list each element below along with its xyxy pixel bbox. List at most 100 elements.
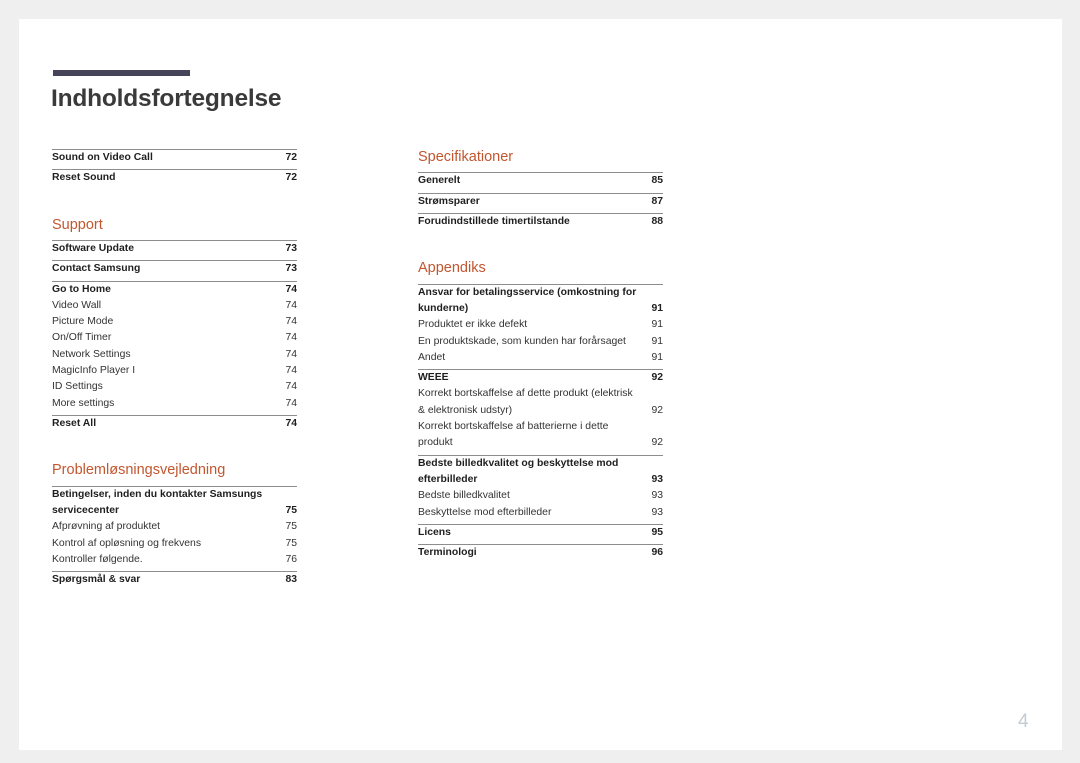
toc-entry-label: Network Settings [52,348,131,360]
toc-entry[interactable]: Bedste billedkvalitet og beskyttelse mod… [418,456,663,489]
toc-entry-page-number: 91 [651,319,663,331]
toc-entry-label: Licens [418,526,451,538]
toc-entry-label: Generelt [418,175,461,187]
toc-entry-page-number: 93 [651,506,663,518]
toc-entry[interactable]: Reset Sound 72 [52,170,297,186]
toc-entry-group: Ansvar for betalingsservice (omkostning … [418,283,663,366]
toc-entry-group: Software Update 73 [52,239,297,257]
toc-entry[interactable]: On/Off Timer 74 [52,330,297,346]
toc-entry-group: Generelt 85 [418,172,663,189]
toc-entry[interactable]: Kontroller følgende. 76 [52,552,297,568]
toc-entry-label: Kontrol af opløsning og frekvens [52,537,202,549]
toc-entry-group: Bedste billedkvalitet og beskyttelse mod… [418,454,663,521]
toc-entry-label: ID Settings [52,381,103,393]
toc-entry-label: Software Update [52,242,134,254]
toc-entry[interactable]: Terminologi 96 [418,545,663,561]
toc-entry[interactable]: Sound on Video Call 72 [52,150,297,166]
toc-entry[interactable]: Beskyttelse mod efterbilleder 93 [418,505,663,521]
toc-entry-label: Strømsparer [418,195,480,207]
toc-entry[interactable]: En produktskade, som kunden har forårsag… [418,334,663,350]
toc-section-continued: Sound on Video Call 72 Reset Sound 72 [52,149,297,187]
toc-entry-page-number: 93 [651,473,663,485]
toc-columns: Sound on Video Call 72 Reset Sound 72 Suppor… [19,19,1062,750]
toc-entry-page-number: 91 [651,351,663,363]
toc-entry-label: Andet [418,351,446,363]
toc-entry[interactable]: Produktet er ikke defekt 91 [418,317,663,333]
toc-entry-label: MagicInfo Player I [52,365,136,377]
toc-entry-label: Sound on Video Call [52,152,153,163]
toc-entry-label: Korrekt bortskaffelse af dette produkt (… [418,388,633,416]
toc-entry-page-number: 75 [285,521,297,533]
toc-section-support: Support Software Update 73 Contact Samsung 7… [52,217,297,433]
toc-entry-label: Video Wall [52,299,102,311]
toc-entry[interactable]: Afprøvning af produktet 75 [52,519,297,535]
toc-entry-group: Forudindstillede timertilstande 88 [418,212,663,230]
toc-entry-page-number: 74 [285,332,297,344]
toc-entry[interactable]: Network Settings 74 [52,347,297,363]
toc-entry-page-number: 74 [285,316,297,328]
toc-entry-page-number: 74 [285,299,297,311]
toc-entry-label: Korrekt bortskaffelse af batterierne i d… [418,421,609,449]
section-heading[interactable]: Problemløsningsvejledning [52,462,297,485]
toc-entry[interactable]: Andet 91 [418,350,663,366]
toc-entry[interactable]: Ansvar for betalingsservice (omkostning … [418,285,663,318]
toc-entry[interactable]: Generelt 85 [418,173,663,189]
toc-entry[interactable]: Kontrol af opløsning og frekvens 75 [52,536,297,552]
toc-entry[interactable]: Betingelser, inden du kontakter Samsungs… [52,487,297,520]
toc-entry[interactable]: Licens 95 [418,525,663,541]
toc-entry-label: On/Off Timer [52,332,112,344]
toc-entry[interactable]: Software Update 73 [52,241,297,257]
toc-entry-label: Reset Sound [52,172,116,184]
toc-entry-label: Spørgsmål & svar [52,574,141,586]
toc-entry[interactable]: Forudindstillede timertilstande 88 [418,214,663,230]
toc-entry[interactable]: Video Wall 74 [52,298,297,314]
toc-entry-label: Beskyttelse mod efterbilleder [418,506,552,518]
toc-entry-page-number: 74 [285,417,297,429]
section-heading[interactable]: Specifikationer [418,149,663,172]
section-heading[interactable]: Support [52,217,297,240]
toc-entry-label: Afprøvning af produktet [52,521,161,533]
toc-entry-page-number: 91 [651,302,663,314]
toc-entry-group: Spørgsmål & svar 83 [52,571,297,588]
toc-column-left: Sound on Video Call 72 Reset Sound 72 Suppor… [52,149,297,588]
document-page: Indholdsfortegnelse Sound on Video Call 7… [19,19,1062,750]
toc-entry-page-number: 74 [285,283,297,295]
toc-entry[interactable]: Korrekt bortskaffelse af batterierne i d… [418,419,663,452]
toc-entry[interactable]: WEEE 92 [418,370,663,386]
toc-entry-group: Betingelser, inden du kontakter Samsungs… [52,485,297,568]
toc-entry-page-number: 92 [651,404,663,416]
toc-entry[interactable]: Korrekt bortskaffelse af dette produkt (… [418,386,663,419]
toc-entry-page-number: 87 [651,195,663,207]
toc-entry-page-number: 83 [285,574,297,586]
toc-entry[interactable]: Bedste billedkvalitet 93 [418,488,663,504]
toc-entry-page-number: 88 [651,215,663,227]
toc-entry[interactable]: Go to Home 74 [52,282,297,298]
page-number: 4 [1018,711,1029,732]
toc-entry-label: Bedste billedkvalitet og beskyttelse mod… [418,457,619,485]
toc-section-appendiks: Appendiks Ansvar for betalingsservice (om… [418,260,663,561]
toc-section-specifikationer: Specifikationer Generelt 85 Strømsparer 87 Fo… [418,149,663,230]
toc-entry-page-number: 74 [285,381,297,393]
toc-entry[interactable]: Spørgsmål & svar 83 [52,572,297,588]
toc-entry[interactable]: ID Settings 74 [52,379,297,395]
toc-entry[interactable]: MagicInfo Player I 74 [52,363,297,379]
toc-entry[interactable]: More settings 74 [52,396,297,412]
toc-entry-label: Reset All [52,417,97,429]
section-heading[interactable]: Appendiks [418,260,663,283]
toc-entry-page-number: 74 [285,365,297,377]
toc-entry-label: Contact Samsung [52,263,141,275]
toc-entry[interactable]: Reset All 74 [52,416,297,432]
toc-entry-label: WEEE [418,372,449,384]
toc-entry[interactable]: Strømsparer 87 [418,194,663,210]
toc-entry-page-number: 93 [651,490,663,502]
toc-entry-label: Bedste billedkvalitet [418,490,510,502]
toc-entry-page-number: 91 [651,335,663,347]
toc-entry[interactable]: Contact Samsung 73 [52,261,297,277]
toc-entry-label: Terminologi [418,547,477,559]
toc-entry-label: Go to Home [52,283,111,295]
toc-entry[interactable]: Picture Mode 74 [52,314,297,330]
toc-entry-group: Licens 95 [418,523,663,541]
